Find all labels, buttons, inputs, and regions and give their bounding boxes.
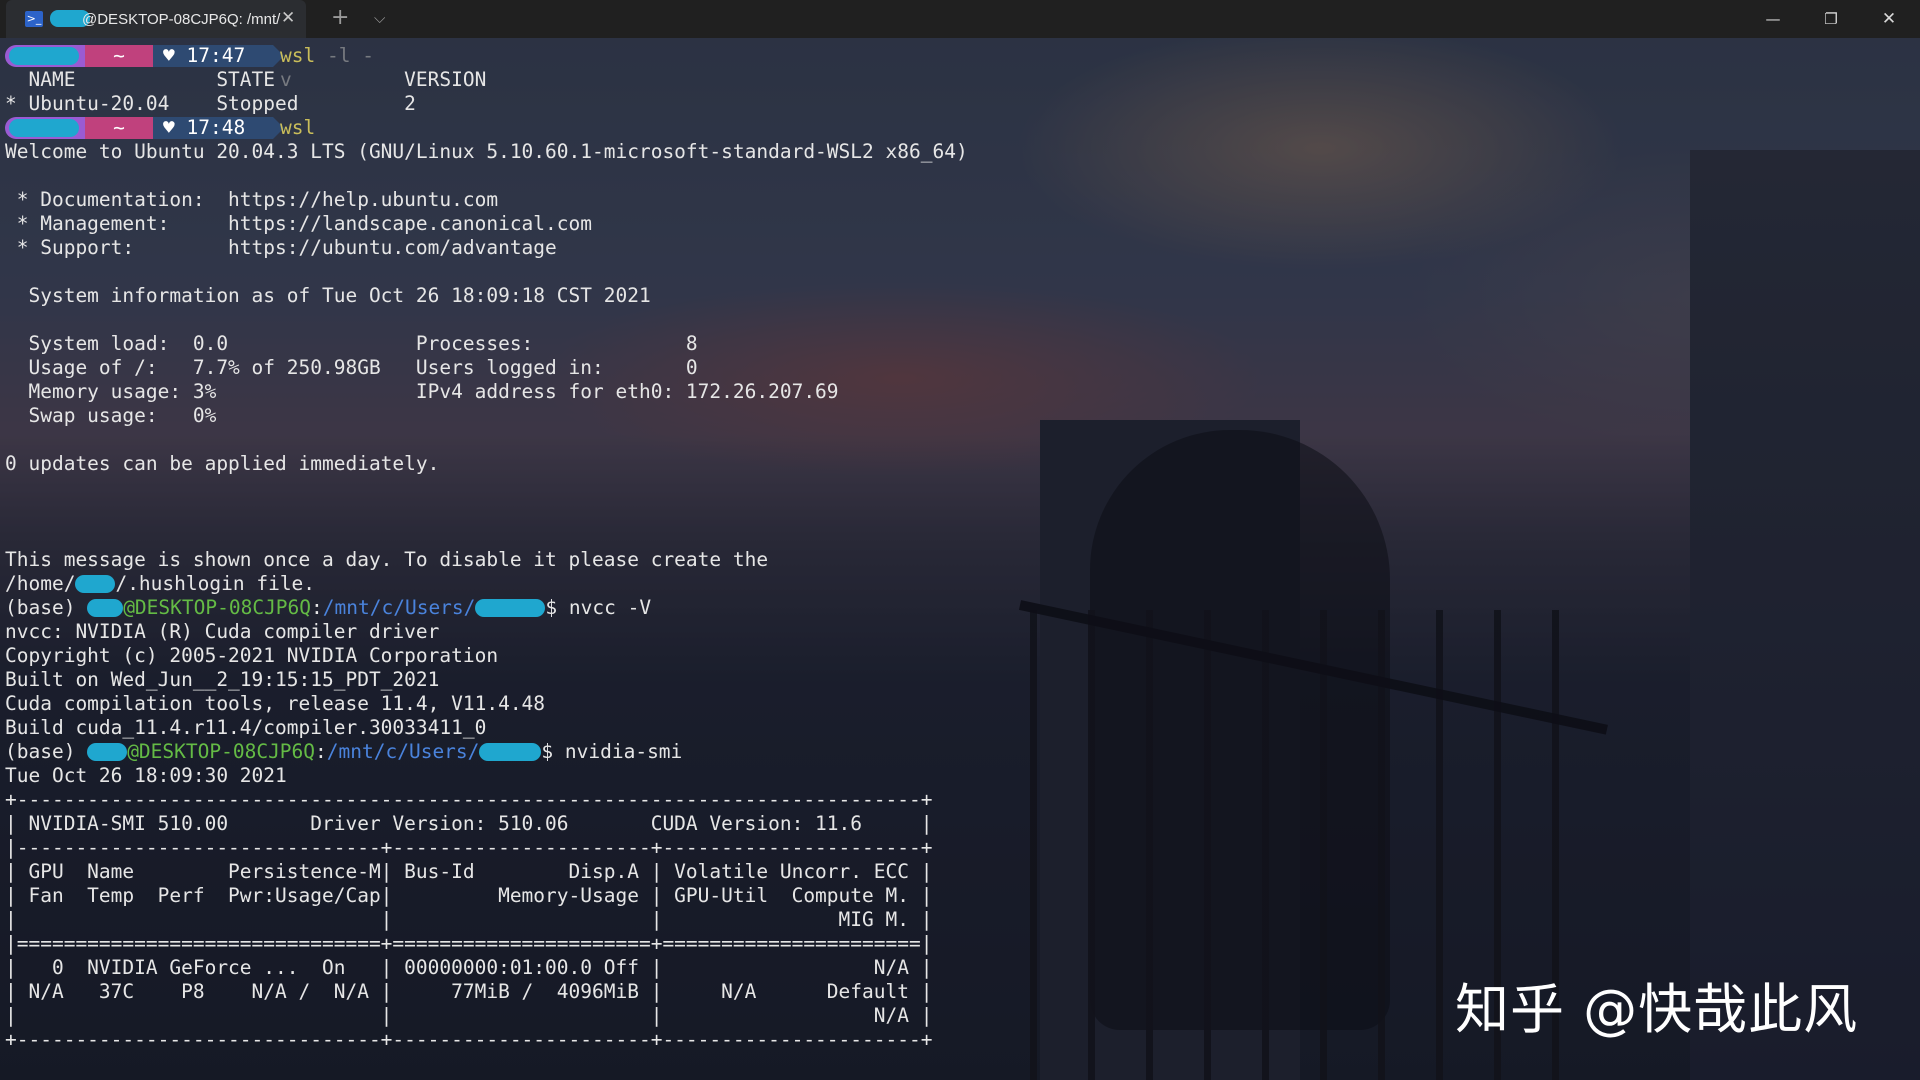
close-window-button[interactable]: ✕ bbox=[1860, 0, 1918, 38]
output-line: Copyright (c) 2005-2021 NVIDIA Corporati… bbox=[5, 644, 499, 667]
output-line: System information as of Tue Oct 26 18:0… bbox=[5, 284, 651, 307]
smi-table-line: | Fan Temp Perf Pwr:Usage/Cap| Memory-Us… bbox=[5, 884, 933, 907]
output-line: NAME STATE VERSION bbox=[5, 68, 487, 91]
output-line: System load: 0.0 Processes: 8 bbox=[5, 332, 698, 355]
terminal-window: >_ @DESKTOP-08CJP6Q: /mnt/ ✕ + ⌵ — ❐ ✕ ~… bbox=[0, 0, 1920, 1080]
smi-table-line: | 0 NVIDIA GeForce ... On | 00000000:01:… bbox=[5, 956, 933, 979]
terminal-output[interactable]: ~ ♥ 17:47 wsl -l -v NAME STATE VERSION *… bbox=[0, 38, 1920, 1080]
prompt-colon: : bbox=[315, 740, 327, 763]
output-line: /home/ /.hushlogin file. bbox=[5, 572, 315, 596]
terminal-tab[interactable]: >_ @DESKTOP-08CJP6Q: /mnt/ ✕ bbox=[6, 0, 306, 38]
new-tab-button[interactable]: + bbox=[331, 5, 349, 30]
prompt-dollar: $ bbox=[541, 740, 565, 763]
redacted-username bbox=[9, 119, 79, 137]
prompt-dir-segment: ~ bbox=[85, 45, 153, 67]
watermark: 知乎 @快哉此风 bbox=[1455, 978, 1859, 1041]
output-line: Usage of /: 7.7% of 250.98GB Users logge… bbox=[5, 356, 698, 379]
command-text: wsl bbox=[280, 116, 316, 139]
home-path-prefix: /home/ bbox=[5, 572, 76, 595]
prompt-user-segment bbox=[5, 45, 85, 67]
prompt-colon: : bbox=[311, 596, 323, 619]
prompt-command: nvcc -V bbox=[568, 596, 652, 619]
smi-table-line: | N/A 37C P8 N/A / N/A | 77MiB / 4096MiB… bbox=[5, 980, 933, 1003]
redacted-username bbox=[75, 575, 116, 593]
output-line: * Support: https://ubuntu.com/advantage bbox=[5, 236, 557, 259]
powerline-prompt: ~ ♥ 17:47 wsl -l -v bbox=[5, 44, 375, 91]
prompt-command: nvidia-smi bbox=[564, 740, 683, 763]
smi-table-line: | GPU Name Persistence-M| Bus-Id Disp.A … bbox=[5, 860, 933, 883]
smi-table-line: | | | MIG M. | bbox=[5, 908, 933, 931]
title-bar: >_ @DESKTOP-08CJP6Q: /mnt/ ✕ + ⌵ — ❐ ✕ bbox=[0, 0, 1920, 38]
redacted-username bbox=[87, 599, 124, 617]
redacted-username bbox=[9, 47, 79, 65]
output-line: 0 updates can be applied immediately. bbox=[5, 452, 440, 475]
shell-prompt: (base) @DESKTOP-08CJP6Q:/mnt/c/Users/ $ n… bbox=[5, 596, 651, 620]
output-line: Welcome to Ubuntu 20.04.3 LTS (GNU/Linux… bbox=[5, 140, 968, 163]
prompt-dir-segment: ~ bbox=[85, 117, 153, 139]
conda-env: (base) bbox=[5, 596, 88, 619]
output-line: Cuda compilation tools, release 11.4, V1… bbox=[5, 692, 546, 715]
smi-table-line: | NVIDIA-SMI 510.00 Driver Version: 510.… bbox=[5, 812, 933, 835]
tab-title: @DESKTOP-08CJP6Q: /mnt/ bbox=[82, 11, 281, 28]
prompt-path: /mnt/c/Users/ bbox=[322, 596, 476, 619]
prompt-host: @DESKTOP-08CJP6Q bbox=[127, 740, 316, 763]
output-line: * Management: https://landscape.canonica… bbox=[5, 212, 592, 235]
chevron-down-icon[interactable]: ⌵ bbox=[374, 9, 385, 27]
prompt-time-segment: ♥ 17:48 bbox=[153, 117, 273, 139]
shell-prompt: (base) @DESKTOP-08CJP6Q:/mnt/c/Users/ $ n… bbox=[5, 740, 682, 764]
smi-table-line: +-------------------------------+-------… bbox=[5, 1028, 933, 1051]
output-line: nvcc: NVIDIA (R) Cuda compiler driver bbox=[5, 620, 440, 643]
output-line: Built on Wed_Jun__2_19:15:15_PDT_2021 bbox=[5, 668, 440, 691]
prompt-path: /mnt/c/Users/ bbox=[326, 740, 480, 763]
prompt-command: wsl bbox=[280, 116, 315, 140]
smi-table-line: |-------------------------------+-------… bbox=[5, 836, 933, 859]
output-line: * Documentation: https://help.ubuntu.com bbox=[5, 188, 499, 211]
smi-table-line: |===============================+=======… bbox=[5, 932, 933, 955]
close-tab-icon[interactable]: ✕ bbox=[281, 8, 295, 28]
conda-env: (base) bbox=[5, 740, 88, 763]
output-line: This message is shown once a day. To dis… bbox=[5, 548, 769, 571]
redacted-username bbox=[479, 743, 542, 761]
output-line: Build cuda_11.4.r11.4/compiler.30033411_… bbox=[5, 716, 487, 739]
smi-table-line: +---------------------------------------… bbox=[5, 788, 933, 811]
prompt-dollar: $ bbox=[545, 596, 569, 619]
redacted-username bbox=[87, 743, 128, 761]
output-line: * Ubuntu-20.04 Stopped 2 bbox=[5, 92, 416, 115]
home-path-suffix: /.hushlogin file. bbox=[115, 572, 316, 595]
prompt-time-segment: ♥ 17:47 bbox=[153, 45, 273, 67]
minimize-button[interactable]: — bbox=[1744, 0, 1802, 38]
powershell-icon: >_ bbox=[25, 11, 43, 27]
output-line: Swap usage: 0% bbox=[5, 404, 217, 427]
output-line: Memory usage: 3% IPv4 address for eth0: … bbox=[5, 380, 839, 403]
prompt-host: @DESKTOP-08CJP6Q bbox=[123, 596, 312, 619]
restore-button[interactable]: ❐ bbox=[1802, 0, 1860, 38]
powerline-prompt: ~ ♥ 17:48 wsl bbox=[5, 116, 375, 140]
redacted-username bbox=[475, 599, 546, 617]
command-text: wsl bbox=[280, 44, 316, 67]
smi-table-line: | | | N/A | bbox=[5, 1004, 933, 1027]
output-line: Tue Oct 26 18:09:30 2021 bbox=[5, 764, 287, 787]
prompt-user-segment bbox=[5, 117, 85, 139]
